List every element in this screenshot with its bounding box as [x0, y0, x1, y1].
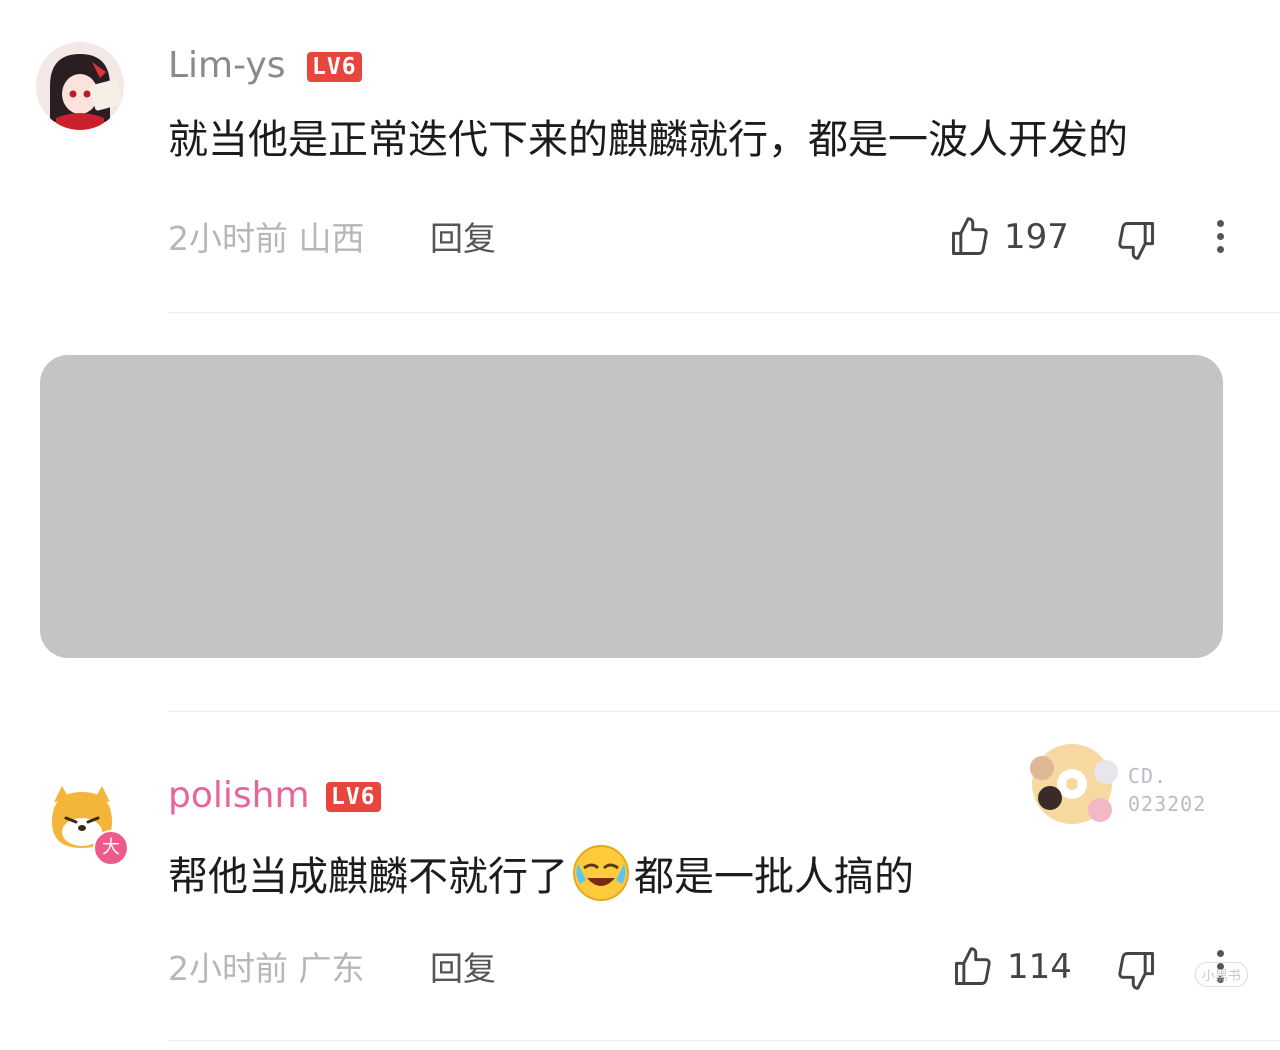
- like-count: 114: [1007, 947, 1072, 987]
- level-badge: LV6: [307, 52, 362, 82]
- fan-card-code: CD. 023202: [1128, 764, 1207, 816]
- more-options-button[interactable]: [1210, 220, 1230, 259]
- dislike-button[interactable]: [1114, 218, 1158, 266]
- comment-text-part: 都是一批人搞的: [634, 854, 914, 900]
- comment-text: 就当他是正常迭代下来的麒麟就行，都是一波人开发的: [168, 117, 1128, 163]
- comment-meta: 2小时前 山西: [168, 219, 365, 258]
- reply-button[interactable]: 回复: [430, 217, 496, 261]
- watermark: 小黑书: [1195, 962, 1249, 987]
- comment-text: 帮他当成麒麟不就行了 都是一批人搞的: [168, 844, 914, 915]
- avatar[interactable]: [36, 42, 124, 130]
- like-button[interactable]: 114: [951, 945, 1072, 989]
- thumbs-down-icon: [1118, 222, 1154, 260]
- avatar-level-badge: 大: [93, 830, 129, 866]
- thumbs-up-icon: [955, 947, 991, 985]
- level-badge: LV6: [326, 782, 381, 812]
- reply-button[interactable]: 回复: [430, 947, 496, 991]
- thumbs-down-icon: [1118, 952, 1154, 990]
- comment-text-part: 帮他当成麒麟不就行了: [168, 854, 568, 900]
- like-button[interactable]: 197: [948, 215, 1069, 259]
- username[interactable]: Lim-ys: [168, 44, 286, 88]
- divider: [168, 312, 1280, 313]
- like-count: 197: [1004, 217, 1069, 257]
- laughing-crying-emoji-icon: [572, 844, 630, 915]
- divider: [168, 711, 1280, 712]
- redacted-comment: [40, 355, 1223, 658]
- comment-meta: 2小时前 广东: [168, 949, 365, 988]
- thumbs-up-icon: [952, 217, 988, 255]
- divider: [168, 1040, 1280, 1041]
- username[interactable]: polishm: [168, 774, 310, 818]
- dislike-button[interactable]: [1114, 948, 1158, 996]
